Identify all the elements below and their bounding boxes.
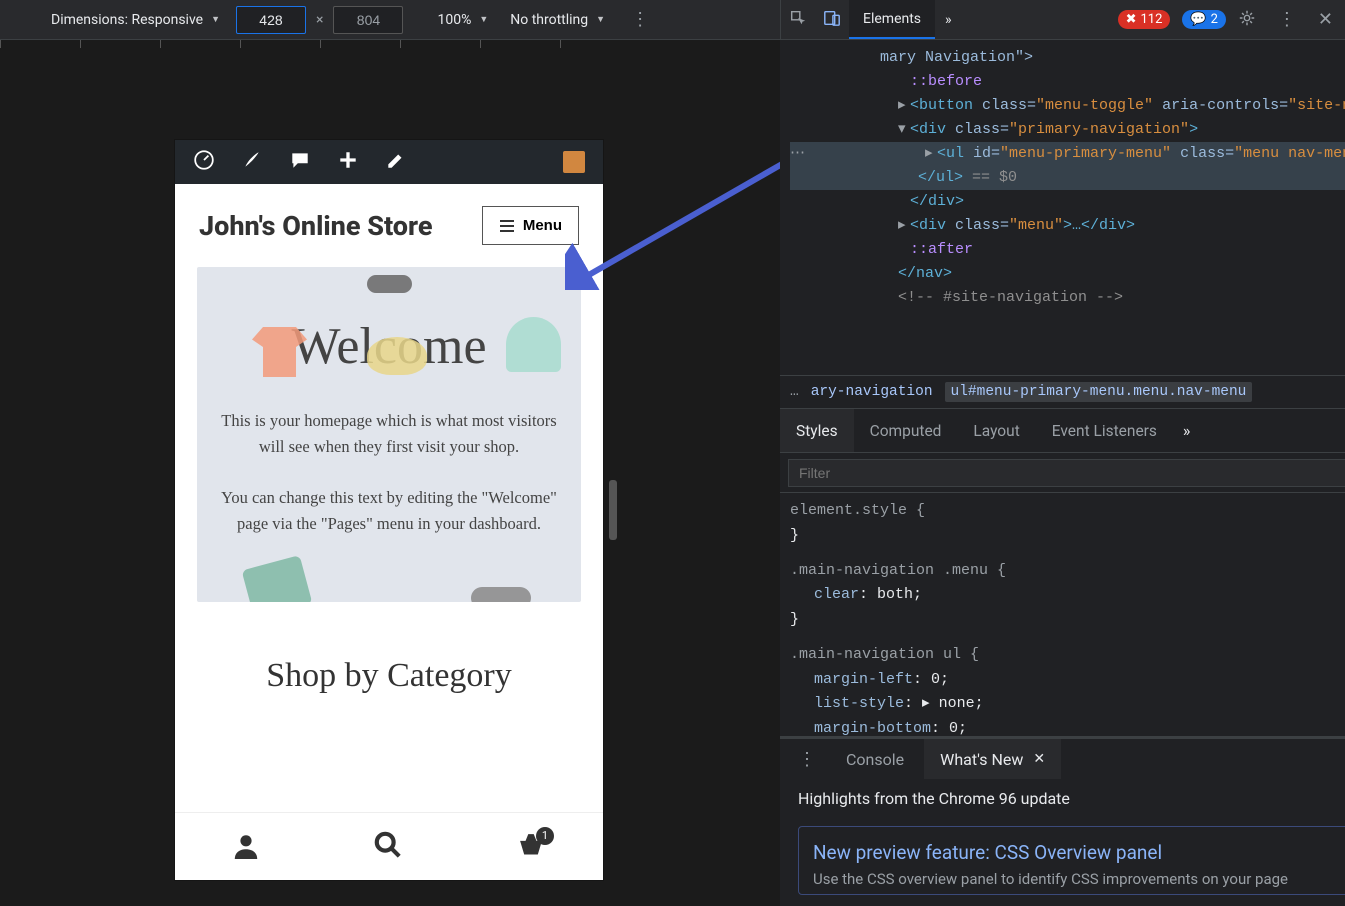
style-rule[interactable]: .main-navigation ul { style.css?ver=3.7.… (790, 643, 1345, 736)
site-title[interactable]: John's Online Store (199, 210, 432, 242)
customize-brush-icon[interactable] (241, 149, 263, 175)
dom-line-selected[interactable]: </ul> == $0 (790, 166, 1345, 190)
device-toolbar-more-icon[interactable]: ⋮ (621, 9, 659, 30)
hamburger-icon (499, 219, 515, 233)
device-toolbar: Dimensions: Responsive × 100% No throttl… (0, 0, 780, 39)
whats-new-card-title: New preview feature: CSS Overview panel (813, 841, 1345, 864)
tab-event-listeners[interactable]: Event Listeners (1036, 409, 1173, 452)
comments-icon[interactable] (289, 149, 311, 175)
message-count-badge[interactable]: 💬 2 (1182, 10, 1226, 29)
dom-pseudo-before[interactable]: ::before (790, 70, 1345, 94)
drawer-tab-whats-new[interactable]: What's New✕ (924, 739, 1061, 779)
error-count-badge[interactable]: ✖ 112 (1118, 10, 1171, 29)
dom-pseudo-after[interactable]: ::after (790, 238, 1345, 262)
viewport-height-input[interactable] (333, 6, 403, 34)
viewport-width-input[interactable] (236, 6, 306, 34)
hero-paragraph-1: This is your homepage which is what most… (221, 408, 557, 459)
wp-admin-toolbar[interactable] (175, 140, 603, 184)
user-avatar[interactable] (563, 151, 585, 173)
drawer-tab-console[interactable]: Console (830, 739, 920, 779)
shop-by-category-heading: Shop by Category (175, 657, 603, 695)
dom-line[interactable]: </div> (790, 190, 1345, 214)
style-rule[interactable]: .main-navigation .menu { style.css?ver=3… (790, 559, 1345, 633)
inspect-element-icon[interactable] (781, 9, 815, 31)
site-header: John's Online Store Menu (175, 184, 603, 259)
dimensions-separator: × (316, 12, 323, 28)
style-rule[interactable]: element.style { } (790, 499, 1345, 549)
cart-icon[interactable]: 1 (516, 831, 546, 863)
tab-styles[interactable]: Styles (780, 409, 854, 452)
tab-computed[interactable]: Computed (854, 409, 958, 452)
rendered-page: John's Online Store Menu Welcome This is… (175, 140, 603, 880)
breadcrumb-overflow-left-icon[interactable]: … (790, 384, 799, 400)
hero-section: Welcome This is your homepage which is w… (197, 267, 581, 602)
elements-dom-tree[interactable]: mary Navigation"> ::before ▸<button clas… (780, 40, 1345, 375)
devtools-tabstrip: Elements » ✖ 112 💬 2 ⋮ ✕ (780, 0, 1345, 39)
toggle-device-toolbar-icon[interactable] (815, 9, 849, 31)
dom-line[interactable]: ▸<div class="menu">…</div> (790, 214, 1345, 238)
search-icon[interactable] (374, 831, 402, 863)
zoom-dropdown[interactable]: 100% (431, 8, 494, 32)
mobile-bottom-nav: 1 (175, 812, 603, 880)
styles-tabstrip: Styles Computed Layout Event Listeners » (780, 409, 1345, 453)
devtools-drawer: ⋮ Console What's New✕ ✕ Highlights from … (780, 736, 1345, 906)
tabs-overflow-icon[interactable]: » (935, 12, 962, 28)
dom-breadcrumb[interactable]: … ary-navigation ul#menu-primary-menu.me… (780, 375, 1345, 409)
dom-line[interactable]: mary Navigation"> (790, 46, 1345, 70)
whats-new-card[interactable]: New preview feature: CSS Overview panel … (798, 826, 1345, 895)
account-icon[interactable] (232, 831, 260, 863)
styles-tabs-overflow-icon[interactable]: » (1173, 421, 1201, 440)
dom-line-selected[interactable]: ⋯▸<ul id="menu-primary-menu" class="menu… (790, 142, 1345, 166)
dom-line[interactable]: </nav> (790, 262, 1345, 286)
menu-toggle-button[interactable]: Menu (482, 206, 579, 245)
devtools-menu-icon[interactable]: ⋮ (1268, 9, 1306, 30)
breadcrumb-item-current[interactable]: ul#menu-primary-menu.menu.nav-menu (945, 382, 1253, 402)
dom-line[interactable]: ▸<button class="menu-toggle" aria-contro… (790, 94, 1345, 118)
whats-new-headline: Highlights from the Chrome 96 update (798, 789, 1345, 808)
dom-comment[interactable]: <!-- #site-navigation --> (790, 286, 1345, 310)
hero-paragraph-2: You can change this text by editing the … (221, 485, 557, 536)
close-tab-icon[interactable]: ✕ (1033, 751, 1045, 767)
breadcrumb-item[interactable]: ary-navigation (811, 384, 933, 400)
whats-new-card-body: Use the CSS overview panel to identify C… (813, 870, 1345, 888)
styles-toolbar: :hov .cls + (780, 453, 1345, 493)
drawer-menu-icon[interactable]: ⋮ (788, 749, 826, 770)
throttling-dropdown[interactable]: No throttling (504, 8, 611, 32)
settings-gear-icon[interactable] (1238, 9, 1256, 31)
tab-elements[interactable]: Elements (849, 0, 935, 39)
cart-count-badge: 1 (536, 827, 554, 845)
viewport-ruler (0, 40, 780, 48)
styles-rules-panel[interactable]: element.style { } .main-navigation .menu… (780, 493, 1345, 736)
tab-layout[interactable]: Layout (957, 409, 1035, 452)
viewport-resize-handle[interactable] (609, 480, 617, 540)
dashboard-icon[interactable] (193, 149, 215, 175)
edit-pencil-icon[interactable] (385, 149, 407, 175)
styles-filter-input[interactable] (788, 459, 1345, 487)
dom-line[interactable]: ▾<div class="primary-navigation"> (790, 118, 1345, 142)
responsive-viewport-area: John's Online Store Menu Welcome This is… (0, 40, 780, 906)
dimensions-dropdown[interactable]: Dimensions: Responsive (45, 8, 226, 32)
close-devtools-icon[interactable]: ✕ (1318, 9, 1333, 30)
add-new-icon[interactable] (337, 149, 359, 175)
